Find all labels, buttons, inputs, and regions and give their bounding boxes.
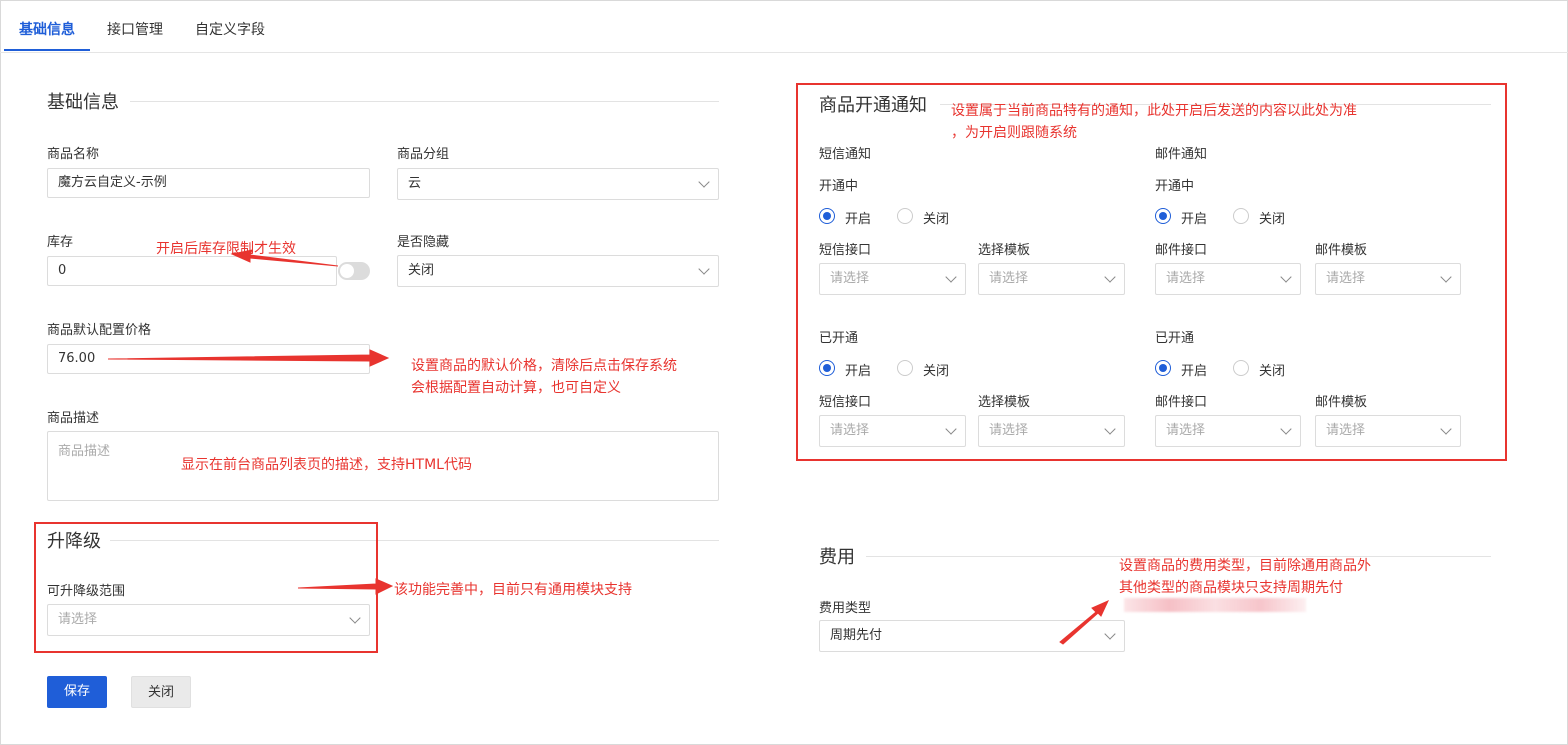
tab-bar: 基础信息 接口管理 自定义字段 — [0, 0, 1568, 53]
default-price-label: 商品默认配置价格 — [47, 323, 152, 338]
section-title-basic: 基础信息 — [47, 92, 119, 113]
fee-type-value: 周期先付 — [830, 628, 883, 643]
annotation-fee: 设置商品的费用类型，目前除通用商品外 其他类型的商品模块只支持周期先付 — [1119, 555, 1371, 599]
active-tab-indicator — [4, 49, 90, 51]
annotation-fee-line1: 设置商品的费用类型，目前除通用商品外 — [1119, 558, 1371, 574]
annotation-notify-line1: 设置属于当前商品特有的通知，此处开启后发送的内容以此处为准 — [951, 103, 1357, 119]
fee-type-label: 费用类型 — [819, 601, 872, 616]
annotation-stock: 开启后库存限制才生效 — [156, 241, 296, 257]
product-group-select[interactable]: 云 — [397, 168, 719, 200]
description-label: 商品描述 — [47, 411, 100, 426]
hidden-value: 关闭 — [408, 263, 435, 278]
tab-api-management[interactable]: 接口管理 — [107, 19, 163, 39]
stock-limit-toggle[interactable] — [338, 262, 370, 280]
tab-basic-info[interactable]: 基础信息 — [19, 19, 75, 39]
hidden-label: 是否隐藏 — [397, 235, 450, 250]
product-group-value: 云 — [408, 176, 422, 191]
upgrade-highlight-box — [34, 522, 378, 653]
section-divider — [130, 101, 719, 102]
hidden-select[interactable]: 关闭 — [397, 255, 719, 287]
product-name-label: 商品名称 — [47, 147, 100, 162]
annotation-price-line2: 会根据配置自动计算，也可自定义 — [411, 380, 621, 396]
toggle-knob — [340, 264, 354, 278]
fee-type-select[interactable]: 周期先付 — [819, 620, 1125, 652]
redacted-region — [1124, 598, 1306, 612]
annotation-fee-line2: 其他类型的商品模块只支持周期先付 — [1119, 580, 1343, 596]
chevron-down-icon — [698, 263, 710, 275]
default-price-input[interactable]: 76.00 — [47, 344, 370, 374]
product-name-input[interactable]: 魔方云自定义-示例 — [47, 168, 370, 198]
tab-custom-fields[interactable]: 自定义字段 — [195, 19, 265, 39]
save-button[interactable]: 保存 — [47, 676, 107, 708]
annotation-upgrade: 该功能完善中，目前只有通用模块支持 — [394, 582, 632, 598]
section-title-fee: 费用 — [819, 547, 855, 568]
annotation-notify: 设置属于当前商品特有的通知，此处开启后发送的内容以此处为准 ，为开启则跟随系统 — [951, 100, 1357, 144]
chevron-down-icon — [1104, 628, 1116, 640]
annotation-notify-line2: ，为开启则跟随系统 — [951, 125, 1077, 141]
product-group-label: 商品分组 — [397, 147, 450, 162]
stock-label: 库存 — [47, 235, 74, 250]
stock-input[interactable]: 0 — [47, 256, 337, 286]
close-button[interactable]: 关闭 — [131, 676, 191, 708]
annotation-description: 显示在前台商品列表页的描述，支持HTML代码 — [181, 457, 472, 473]
chevron-down-icon — [698, 176, 710, 188]
annotation-price: 设置商品的默认价格，清除后点击保存系统 会根据配置自动计算，也可自定义 — [411, 355, 677, 399]
annotation-price-line1: 设置商品的默认价格，清除后点击保存系统 — [411, 358, 677, 374]
